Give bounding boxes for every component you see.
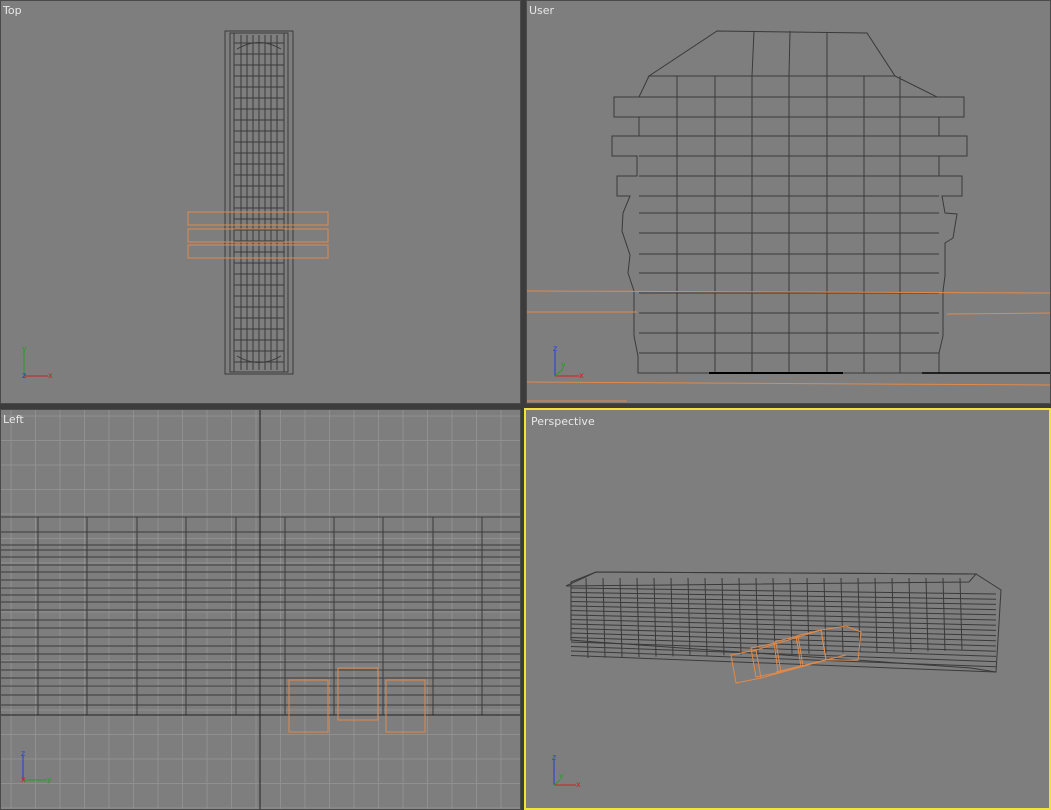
axis-x-label: x [579,371,584,380]
axis-y-label: y [561,360,566,369]
axis-tripod-top: x y z [22,344,53,380]
top-view-canvas: x y z [22,30,329,380]
axis-z-label: z [21,749,25,758]
axis-y-label: y [47,775,52,784]
user-view-canvas: x z y [527,30,1050,402]
axis-z-label: z [553,344,557,353]
left-view-canvas: y z x [1,410,520,809]
viewport-label-left[interactable]: Left [3,413,24,426]
wall-user-wireframe [611,30,1050,374]
viewport-label-perspective[interactable]: Perspective [531,415,595,428]
wall-top-wireframe [224,30,294,375]
viewport-top[interactable]: Top x y z [0,0,521,404]
viewport-label-top[interactable]: Top [3,4,22,17]
axis-tripod-left: y z x [21,749,52,784]
axis-y-label: y [559,771,564,780]
axis-z-label: z [22,371,26,380]
axis-tripod-perspective: x z y [552,753,581,789]
axis-y-label: y [22,344,27,353]
viewport-user[interactable]: User x z y [526,0,1051,404]
axis-x-label: x [576,780,581,789]
axis-z-label: z [552,753,556,762]
viewport-left[interactable]: Left y z x [0,409,521,810]
axis-x-label: x [48,371,53,380]
viewport-perspective[interactable]: Perspective x z y [524,408,1051,810]
perspective-view-canvas: x z y [552,571,1002,789]
axis-x-label: x [21,775,26,784]
axis-tripod-user: x z y [553,344,584,380]
viewport-label-user[interactable]: User [529,4,554,17]
